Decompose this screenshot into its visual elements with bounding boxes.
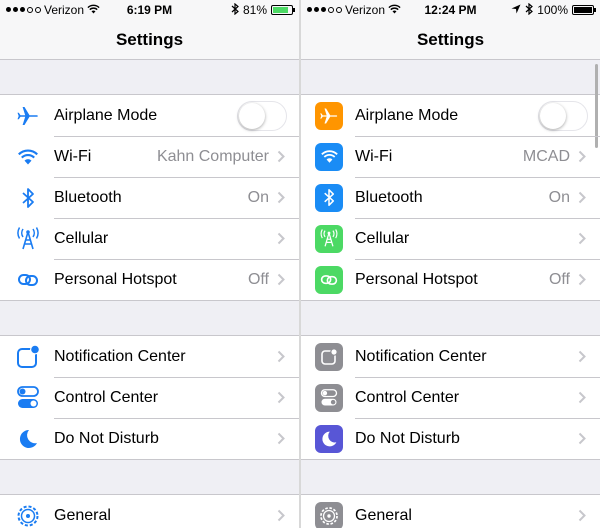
control-center-label: Control Center [54, 388, 159, 406]
right-phone-screen: Verizon 12:24 PM 100% Settings Airplane … [301, 0, 600, 528]
moon-icon [14, 425, 42, 453]
cellular-icon [14, 225, 42, 253]
chevron-right-icon [277, 273, 287, 286]
general-row[interactable]: General [301, 495, 600, 528]
chevron-right-icon [578, 232, 588, 245]
cellular-row[interactable]: Cellular [301, 218, 600, 259]
bluetooth-value: On [548, 188, 570, 206]
left-phone-screen: Verizon 6:19 PM 81% Settings Airplane Mo… [0, 0, 299, 528]
airplane-mode-row: Airplane Mode [0, 95, 299, 136]
wifi-value: Kahn Computer [156, 147, 269, 165]
cellular-label: Cellular [54, 229, 109, 247]
chevron-right-icon [277, 191, 287, 204]
chevron-right-icon [578, 273, 588, 286]
personal-hotspot-label: Personal Hotspot [355, 270, 478, 288]
do-not-disturb-row[interactable]: Do Not Disturb [301, 418, 600, 459]
chevron-right-icon [277, 232, 287, 245]
airplane-mode-toggle[interactable] [538, 100, 588, 131]
bluetooth-status-icon [525, 2, 534, 18]
system-group: Notification Center Control Center Do No… [301, 335, 600, 460]
personal-hotspot-value: Off [548, 270, 570, 288]
chevron-right-icon [277, 432, 287, 445]
wifi-icon [315, 142, 343, 171]
do-not-disturb-label: Do Not Disturb [54, 429, 159, 447]
control-center-label: Control Center [355, 388, 460, 406]
wifi-label: Wi-Fi [355, 147, 393, 165]
hotspot-icon [14, 266, 42, 294]
bluetooth-row[interactable]: Bluetooth On [301, 177, 600, 218]
notification-center-row[interactable]: Notification Center [0, 336, 299, 377]
wifi-value: MCAD [522, 147, 570, 165]
gear-icon [14, 502, 42, 528]
notification-center-label: Notification Center [355, 347, 487, 365]
airplane-mode-toggle[interactable] [237, 100, 287, 131]
status-bar: Verizon 6:19 PM 81% [0, 0, 299, 20]
moon-icon [315, 424, 343, 453]
general-group: General [301, 494, 600, 528]
control-center-icon [14, 384, 42, 412]
do-not-disturb-label: Do Not Disturb [355, 429, 460, 447]
chevron-right-icon [578, 391, 588, 404]
bluetooth-row[interactable]: Bluetooth On [0, 177, 299, 218]
airplane-icon [315, 101, 343, 130]
chevron-right-icon [277, 150, 287, 163]
page-title: Settings [416, 30, 485, 49]
chevron-right-icon [578, 350, 588, 363]
do-not-disturb-row[interactable]: Do Not Disturb [0, 418, 299, 459]
status-bar: Verizon 12:24 PM 100% [301, 0, 600, 20]
personal-hotspot-value: Off [247, 270, 269, 288]
airplane-icon [14, 102, 42, 130]
chevron-right-icon [578, 432, 588, 445]
battery-percent: 100% [537, 3, 568, 17]
chevron-right-icon [578, 191, 588, 204]
wifi-label: Wi-Fi [54, 147, 92, 165]
cellular-row[interactable]: Cellular [0, 218, 299, 259]
airplane-mode-label: Airplane Mode [54, 106, 158, 124]
notification-center-icon [315, 342, 343, 371]
gear-icon [315, 501, 343, 528]
general-row[interactable]: General [0, 495, 299, 528]
personal-hotspot-row[interactable]: Personal Hotspot Off [301, 259, 600, 300]
system-group: Notification Center Control Center Do No… [0, 335, 299, 460]
page-title: Settings [115, 30, 184, 49]
bluetooth-label: Bluetooth [54, 188, 122, 206]
chevron-right-icon [277, 350, 287, 363]
battery-icon [271, 5, 295, 15]
notification-center-icon [14, 343, 42, 371]
control-center-icon [315, 383, 343, 412]
chevron-right-icon [578, 150, 588, 163]
connectivity-group: Airplane Mode Wi-Fi MCAD Bluetooth On Ce… [301, 94, 600, 301]
general-label: General [54, 506, 111, 524]
bluetooth-label: Bluetooth [355, 188, 423, 206]
control-center-row[interactable]: Control Center [0, 377, 299, 418]
personal-hotspot-label: Personal Hotspot [54, 270, 177, 288]
wifi-row[interactable]: Wi-Fi MCAD [301, 136, 600, 177]
chevron-right-icon [277, 391, 287, 404]
battery-icon [572, 5, 596, 15]
bluetooth-value: On [247, 188, 269, 206]
personal-hotspot-row[interactable]: Personal Hotspot Off [0, 259, 299, 300]
control-center-row[interactable]: Control Center [301, 377, 600, 418]
nav-bar: Verizon 12:24 PM 100% Settings [301, 0, 600, 60]
chevron-right-icon [578, 509, 588, 522]
bluetooth-icon [315, 183, 343, 212]
hotspot-icon [315, 265, 343, 294]
wifi-row[interactable]: Wi-Fi Kahn Computer [0, 136, 299, 177]
connectivity-group: Airplane Mode Wi-Fi Kahn Computer Blueto… [0, 94, 299, 301]
battery-percent: 81% [242, 3, 267, 17]
cellular-icon [315, 224, 343, 253]
airplane-mode-row: Airplane Mode [301, 95, 600, 136]
general-label: General [355, 506, 412, 524]
notification-center-row[interactable]: Notification Center [301, 336, 600, 377]
bluetooth-status-icon [231, 2, 239, 18]
chevron-right-icon [277, 509, 287, 522]
bluetooth-icon [14, 184, 42, 212]
nav-bar: Verizon 6:19 PM 81% Settings [0, 0, 299, 60]
airplane-mode-label: Airplane Mode [355, 106, 459, 124]
cellular-label: Cellular [355, 229, 410, 247]
general-group: General [0, 494, 299, 528]
wifi-icon [14, 143, 42, 171]
notification-center-label: Notification Center [54, 347, 186, 365]
location-arrow-icon [511, 3, 521, 17]
